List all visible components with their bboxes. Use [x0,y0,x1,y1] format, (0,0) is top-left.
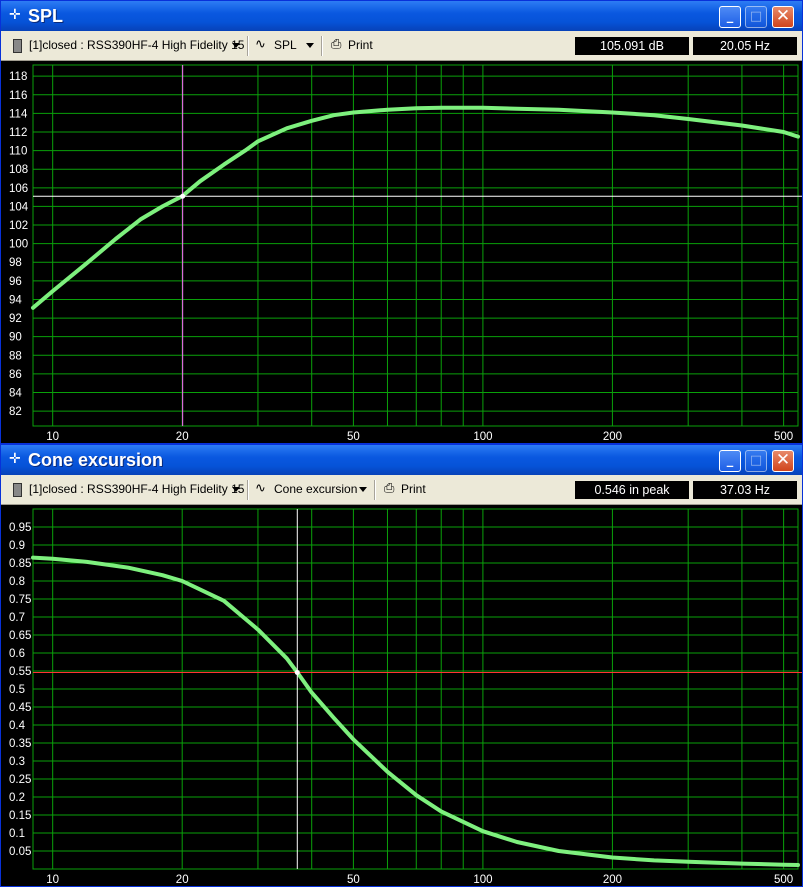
y-tick-label: 0.85 [9,558,31,570]
printer-icon: ⎙ [331,37,342,52]
y-tick-label: 92 [9,313,22,325]
plot-select[interactable]: Cone excursion [274,482,357,496]
curve-icon: ∿ [255,480,266,495]
y-tick-label: 112 [9,127,27,139]
y-tick-label: 96 [9,276,22,288]
y-tick-label: 94 [9,294,22,306]
x-tick-label: 500 [774,431,793,443]
y-tick-label: 0.8 [9,576,25,588]
printer-icon: ⎙ [384,481,395,496]
y-tick-label: 0.4 [9,720,26,732]
spl-plot[interactable]: 82 84 86 88 90 92 94 96 98 100 102 104 106 108 110 112 1… [1,61,802,443]
x-tick-label: 100 [473,431,492,443]
spl-chart[interactable]: 82 84 86 88 90 92 94 96 98 100 102 104 106 108 110 112 1… [1,61,802,443]
value-readout: 0.546 in peak [575,481,689,499]
y-tick-label: 0.05 [9,846,31,858]
x-tick-label: 10 [46,874,59,886]
y-tick-label: 0.3 [9,756,25,768]
cone-excursion-plot[interactable]: 0.05 0.1 0.15 0.2 0.25 0.3 0.35 0.4 0.45 0.5 0.55 0… [1,505,802,886]
driver-select[interactable]: [1]closed : RSS390HF-4 High Fidelity 15 [29,482,244,496]
window-title: Cone excursion [28,450,164,470]
frequency-readout: 20.05 Hz [693,37,797,55]
y-tick-label: 0.9 [9,540,25,552]
curve-icon: ∿ [255,36,266,51]
title-bar[interactable]: ✛ Cone excursion _ □ ✕ [1,445,802,475]
y-tick-label: 0.95 [9,522,31,534]
frequency-readout: 37.03 Hz [693,481,797,499]
print-button[interactable]: Print [348,38,373,52]
plot-dropdown-icon[interactable] [306,43,314,48]
data-curve [31,555,800,867]
driver-dropdown-icon[interactable] [232,43,240,48]
x-tick-label: 10 [46,431,59,443]
print-button[interactable]: Print [401,482,426,496]
x-tick-label: 200 [603,874,622,886]
y-tick-label: 90 [9,332,22,344]
y-tick-label: 86 [9,369,22,381]
cursor-point [294,669,300,675]
driver-dropdown-icon[interactable] [232,487,240,492]
maximize-button[interactable]: □ [745,6,767,28]
y-tick-label: 0.55 [9,666,31,678]
y-tick-label: 0.15 [9,810,31,822]
window-crosshair-icon: ✛ [9,7,21,23]
cone-excursion-chart[interactable]: 0.05 0.1 0.15 0.2 0.25 0.3 0.35 0.4 0.45 0.5 0.55 0… [1,505,802,886]
x-tick-label: 200 [603,431,622,443]
driver-icon [13,39,22,53]
y-tick-label: 88 [9,350,22,362]
minimize-button[interactable]: _ [719,6,741,28]
y-tick-label: 0.6 [9,648,25,660]
window-title: SPL [28,6,64,26]
title-bar[interactable]: ✛ SPL _ □ ✕ [1,1,802,31]
y-tick-label: 118 [9,71,27,83]
y-tick-label: 84 [9,388,22,400]
y-tick-label: 0.2 [9,792,25,804]
y-tick-label: 0.65 [9,630,31,642]
minimize-button[interactable]: _ [719,450,741,472]
toolbar: [1]closed : RSS390HF-4 High Fidelity 15 … [1,31,802,61]
x-tick-label: 500 [774,874,793,886]
y-tick-label: 108 [9,164,28,176]
close-button[interactable]: ✕ [772,6,794,28]
data-curve [31,105,800,310]
toolbar: [1]closed : RSS390HF-4 High Fidelity 15 … [1,475,802,505]
plot-dropdown-icon[interactable] [359,487,367,492]
y-tick-label: 0.7 [9,612,25,624]
y-tick-label: 0.25 [9,774,31,786]
cone-excursion-window: ✛ Cone excursion _ □ ✕ [1]closed : RSS39… [0,444,803,887]
x-tick-label: 100 [473,874,492,886]
window-crosshair-icon: ✛ [9,451,21,467]
x-tick-label: 20 [176,874,189,886]
driver-icon [13,483,22,497]
cursor-point [180,193,186,199]
spl-window: ✛ SPL _ □ ✕ [1]closed : RSS390HF-4 High … [0,0,803,444]
y-tick-label: 82 [9,406,22,418]
plot-select[interactable]: SPL [274,38,297,52]
x-tick-label: 50 [347,874,360,886]
y-tick-label: 0.1 [9,828,25,840]
y-tick-label: 0.5 [9,684,25,696]
y-tick-label: 102 [9,220,28,232]
x-tick-label: 50 [347,431,360,443]
close-button[interactable]: ✕ [772,450,794,472]
y-tick-label: 106 [9,183,28,195]
y-tick-label: 114 [9,108,28,120]
driver-select[interactable]: [1]closed : RSS390HF-4 High Fidelity 15 [29,38,244,52]
y-tick-label: 0.35 [9,738,31,750]
y-tick-label: 104 [9,201,29,213]
maximize-button[interactable]: □ [745,450,767,472]
y-tick-label: 98 [9,257,22,269]
value-readout: 105.091 dB [575,37,689,55]
y-tick-label: 116 [9,90,27,102]
y-tick-label: 0.75 [9,594,31,606]
x-tick-label: 20 [176,431,189,443]
y-tick-label: 110 [9,146,27,158]
y-tick-label: 100 [9,239,28,251]
y-tick-label: 0.45 [9,702,31,714]
